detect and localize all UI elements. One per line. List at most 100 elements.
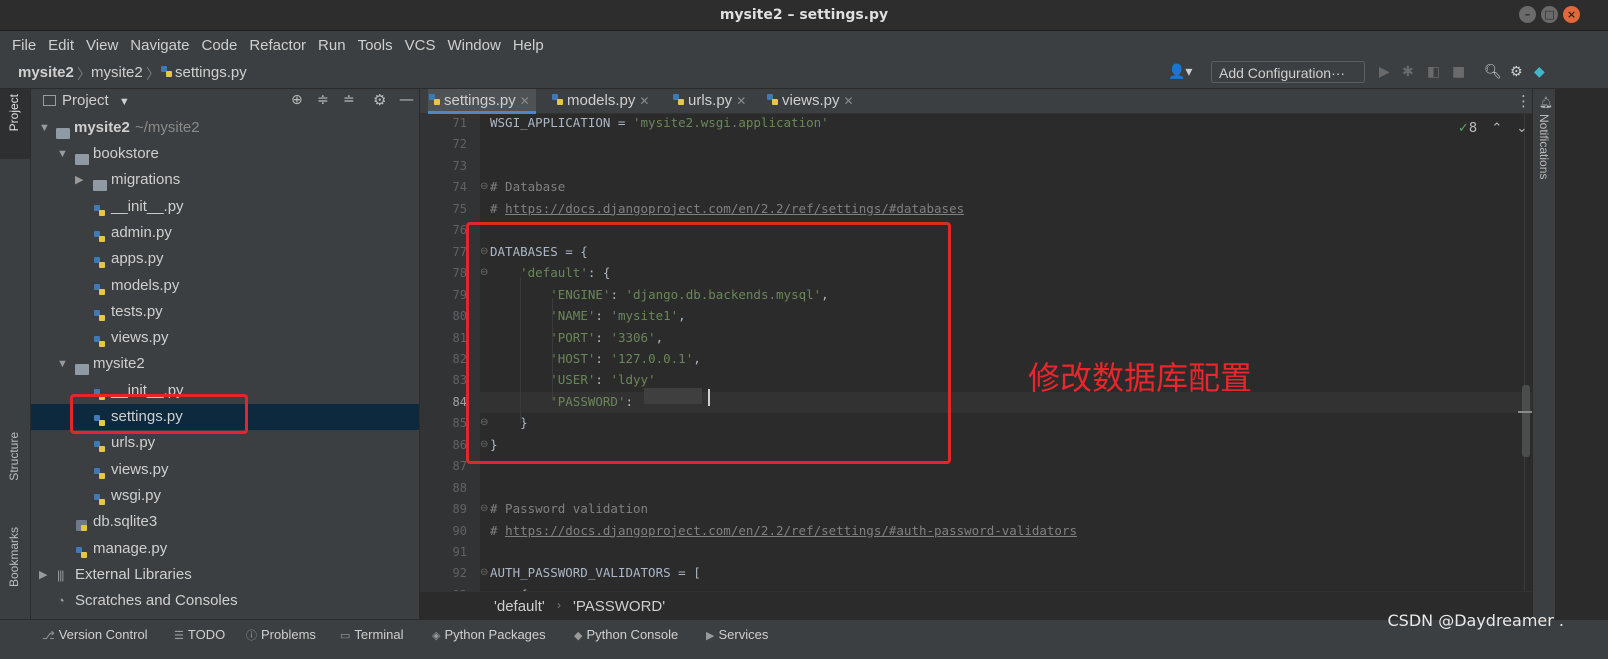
- hide-panel-icon[interactable]: —: [399, 90, 414, 108]
- menu-item-help[interactable]: Help: [507, 37, 550, 54]
- menu-item-view[interactable]: View: [80, 37, 124, 54]
- line-number: 88: [452, 480, 467, 495]
- menu-item-edit[interactable]: Edit: [42, 37, 80, 54]
- add-configuration-button[interactable]: Add Configuration···: [1211, 61, 1365, 83]
- close-tab-icon[interactable]: ✕: [736, 94, 746, 108]
- editor-breadcrumb-password[interactable]: 'PASSWORD': [573, 598, 665, 615]
- tab-views-py[interactable]: views.py ✕: [766, 89, 860, 114]
- line-number: 81: [452, 330, 467, 345]
- tree-item[interactable]: models.py: [31, 273, 419, 299]
- right-margin-line: [1524, 114, 1525, 591]
- project-tool-button[interactable]: Project: [7, 94, 21, 131]
- notifications-tool-button[interactable]: Notifications: [1537, 114, 1551, 179]
- menu-item-code[interactable]: Code: [195, 37, 243, 54]
- menu-item-navigate[interactable]: Navigate: [124, 37, 195, 54]
- more-options-icon[interactable]: ⋮: [1516, 92, 1531, 110]
- close-tab-icon[interactable]: ✕: [844, 94, 854, 108]
- jetbrains-logo-icon[interactable]: ◆: [1534, 64, 1545, 80]
- notifications-bell-icon[interactable]: 🔔︎: [1539, 96, 1553, 109]
- close-tab-icon[interactable]: ✕: [639, 94, 649, 108]
- run-icon[interactable]: ▶: [1379, 64, 1390, 80]
- tab-models-py[interactable]: models.py ✕: [551, 89, 655, 114]
- previous-highlight-icon[interactable]: ⌃: [1491, 121, 1502, 136]
- close-tab-icon[interactable]: ✕: [520, 94, 530, 108]
- tree-item[interactable]: __init__.py: [31, 194, 419, 220]
- collapse-all-icon[interactable]: ≐: [343, 92, 355, 108]
- project-panel-title[interactable]: Project ▼: [62, 92, 130, 109]
- breadcrumb-folder[interactable]: mysite2: [91, 64, 143, 81]
- project-panel-header: Project ▼ ⊕ ≑ ≐ ⚙ —: [31, 89, 420, 115]
- tree-item[interactable]: views.py: [31, 457, 419, 483]
- tab-urls-py[interactable]: urls.py ✕: [672, 89, 752, 114]
- tool-window-python-console[interactable]: ◆ Python Console: [574, 627, 678, 642]
- line-number: 92: [452, 566, 467, 581]
- menu-item-vcs[interactable]: VCS: [399, 37, 442, 54]
- line-number: 89: [452, 502, 467, 517]
- folder-icon: [93, 180, 107, 192]
- python-file-icon: [94, 309, 105, 321]
- tree-item[interactable]: ◔ Scratches and Consoles: [31, 588, 419, 614]
- editor-breadcrumb-default[interactable]: 'default': [494, 598, 545, 615]
- tree-item-label: wsgi.py: [111, 486, 162, 504]
- editor-breadcrumb: 'default' › 'PASSWORD': [420, 591, 1532, 619]
- search-icon[interactable]: 🔍︎: [1484, 64, 1502, 80]
- next-highlight-icon[interactable]: ⌄: [1516, 121, 1527, 136]
- menu-item-refactor[interactable]: Refactor: [243, 37, 312, 54]
- fold-marker-icon[interactable]: ⊖: [480, 181, 488, 192]
- python-file-icon: [552, 94, 563, 105]
- maximize-button[interactable]: □: [1541, 6, 1558, 23]
- tree-item[interactable]: ▶ migrations: [31, 167, 419, 193]
- tree-item[interactable]: wsgi.py: [31, 483, 419, 509]
- tool-window-python-packages[interactable]: ◈ Python Packages: [432, 627, 546, 642]
- tree-item[interactable]: db.sqlite3: [31, 509, 419, 535]
- menu-item-window[interactable]: Window: [441, 37, 506, 54]
- tree-item[interactable]: ▼ mysite2: [31, 351, 419, 377]
- tree-item[interactable]: ▶ ||| External Libraries: [31, 562, 419, 588]
- tree-item-label: bookstore: [93, 145, 159, 162]
- menu-item-tools[interactable]: Tools: [352, 37, 399, 54]
- code-line: WSGI_APPLICATION = 'mysite2.wsgi.applica…: [490, 115, 829, 130]
- user-icon[interactable]: 👤▾: [1168, 64, 1192, 80]
- close-button[interactable]: ×: [1563, 6, 1580, 23]
- panel-options-gear-icon[interactable]: ⚙: [373, 91, 386, 109]
- line-number: 74: [452, 180, 467, 195]
- tree-item-label: migrations: [111, 171, 181, 189]
- tree-item[interactable]: manage.py: [31, 536, 419, 562]
- editor-scrollbar[interactable]: [1522, 385, 1530, 457]
- inspection-widget[interactable]: ✓8 ⌃ ⌄: [1458, 121, 1527, 136]
- stop-icon[interactable]: ■: [1452, 64, 1465, 80]
- breadcrumb-file[interactable]: settings.py: [160, 64, 247, 81]
- debug-icon[interactable]: ✱: [1402, 64, 1414, 80]
- tool-window-services[interactable]: ▶ Services: [706, 627, 768, 642]
- coverage-icon[interactable]: ◧: [1427, 64, 1440, 80]
- minimize-button[interactable]: –: [1519, 6, 1536, 23]
- code-line: # Database: [490, 179, 566, 195]
- settings-gear-icon[interactable]: ⚙: [1510, 64, 1523, 80]
- tree-item[interactable]: admin.py: [31, 220, 419, 246]
- line-number: 85: [452, 416, 467, 431]
- tool-window-version-control[interactable]: ⎇ Version Control: [42, 627, 148, 642]
- project-view-icon: [43, 95, 56, 106]
- python-file-icon: [76, 546, 87, 558]
- tab-settings-py[interactable]: settings.py ✕: [428, 89, 536, 114]
- menu-item-run[interactable]: Run: [312, 37, 352, 54]
- menu-item-file[interactable]: File: [6, 37, 42, 54]
- tree-item[interactable]: ▼ bookstore: [31, 141, 419, 167]
- breadcrumb-root[interactable]: mysite2: [18, 64, 74, 81]
- locate-file-icon[interactable]: ⊕: [291, 92, 303, 108]
- tree-item[interactable]: tests.py: [31, 299, 419, 325]
- fold-marker-icon[interactable]: ⊖: [480, 503, 488, 514]
- tree-item[interactable]: apps.py: [31, 246, 419, 272]
- expand-all-icon[interactable]: ≑: [317, 92, 329, 108]
- structure-tool-button[interactable]: Structure: [7, 432, 21, 481]
- tree-root-row[interactable]: ▼ mysite2 ~/mysite2: [31, 115, 419, 141]
- fold-marker-icon[interactable]: ⊖: [480, 567, 488, 578]
- tool-window-todo[interactable]: ☰ TODO: [174, 627, 225, 642]
- tool-window-terminal[interactable]: ▭ Terminal: [340, 627, 404, 642]
- tool-window-problems[interactable]: ⓘ Problems: [246, 627, 316, 643]
- tree-item[interactable]: views.py: [31, 325, 419, 351]
- bookmarks-tool-button[interactable]: Bookmarks: [7, 527, 21, 587]
- tree-item[interactable]: urls.py: [31, 430, 419, 456]
- python-file-icon: [161, 66, 172, 77]
- left-tool-strip: Project Structure Bookmarks: [0, 89, 31, 619]
